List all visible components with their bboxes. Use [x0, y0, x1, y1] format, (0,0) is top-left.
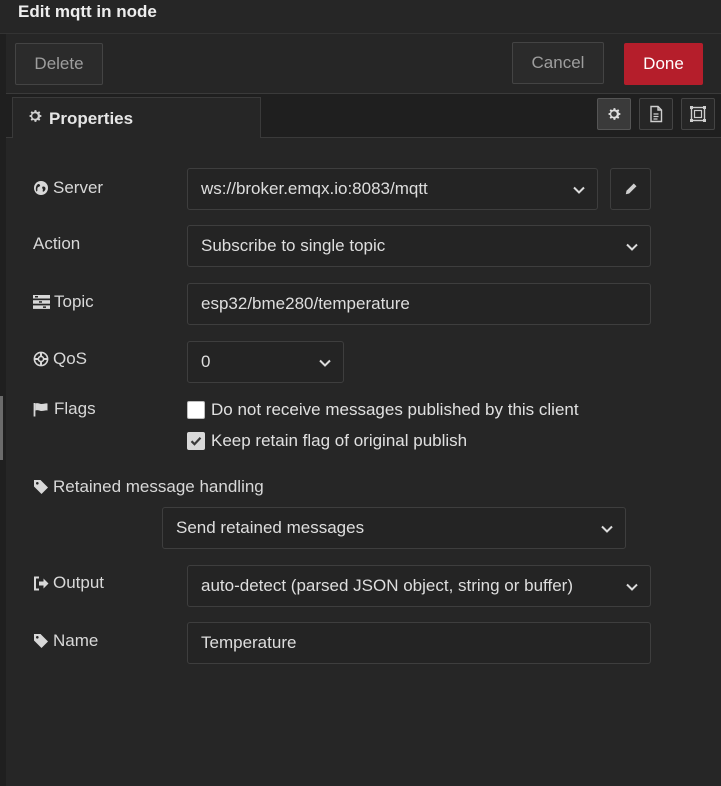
- server-label: Server: [53, 178, 104, 197]
- topic-label: Topic: [54, 292, 94, 311]
- server-row-label: Server: [33, 178, 103, 198]
- flags-row-label: Flags: [33, 399, 96, 419]
- properties-panel: Server ws://broker.emqx.io:8083/mqtt Act…: [6, 138, 721, 786]
- retain-as-published-checkbox[interactable]: [187, 432, 205, 450]
- dialog-titlebar: Edit mqtt in node: [0, 0, 721, 34]
- topic-input[interactable]: esp32/bme280/temperature: [187, 283, 651, 325]
- pencil-icon: [625, 183, 636, 195]
- dialog-toolbar: Delete Cancel Done: [6, 34, 721, 94]
- resize-handle[interactable]: [0, 396, 3, 460]
- chevron-down-icon: [573, 186, 585, 194]
- name-label: Name: [53, 631, 99, 650]
- server-value: ws://broker.emqx.io:8083/mqtt: [201, 179, 428, 198]
- done-button[interactable]: Done: [624, 43, 703, 85]
- topic-value: esp32/bme280/temperature: [201, 294, 410, 313]
- retained-label: Retained message handling: [53, 477, 264, 496]
- name-row-label: Name: [33, 631, 98, 651]
- retain-as-published-option[interactable]: Keep retain flag of original publish: [187, 431, 467, 451]
- properties-tab-button[interactable]: [597, 98, 631, 130]
- qos-value: 0: [201, 352, 211, 371]
- globe-icon: [34, 181, 48, 195]
- action-select[interactable]: Subscribe to single topic: [187, 225, 651, 267]
- qos-select[interactable]: 0: [187, 341, 344, 383]
- gear-icon: [608, 108, 621, 120]
- action-label: Action: [33, 234, 81, 253]
- life-ring-icon: [33, 351, 49, 367]
- output-label: Output: [53, 573, 105, 592]
- output-value: auto-detect (parsed JSON object, string …: [201, 576, 573, 595]
- name-input[interactable]: Temperature: [187, 622, 651, 664]
- qos-label: QoS: [53, 349, 88, 368]
- appearance-icon: [690, 106, 706, 122]
- output-select[interactable]: auto-detect (parsed JSON object, string …: [187, 565, 651, 607]
- cancel-button[interactable]: Cancel: [512, 42, 604, 84]
- tag-icon: [34, 480, 48, 494]
- tasks-icon: [33, 295, 50, 309]
- no-local-label: Do not receive messages published by thi…: [211, 400, 579, 419]
- edit-server-button[interactable]: [610, 168, 651, 210]
- flags-label: Flags: [54, 399, 96, 418]
- no-local-option[interactable]: Do not receive messages published by thi…: [187, 400, 579, 420]
- tab-properties-label: Properties: [49, 108, 134, 128]
- chevron-down-icon: [319, 359, 331, 367]
- appearance-tab-button[interactable]: [681, 98, 715, 130]
- tab-properties[interactable]: Properties: [12, 97, 261, 139]
- output-row-label: Output: [33, 573, 104, 593]
- server-select[interactable]: ws://broker.emqx.io:8083/mqtt: [187, 168, 598, 210]
- topic-row-label: Topic: [33, 292, 94, 312]
- tab-bar: Properties: [6, 94, 721, 139]
- dialog-title: Edit mqtt in node: [18, 2, 157, 21]
- retained-value: Send retained messages: [176, 518, 365, 537]
- chevron-down-icon: [626, 243, 638, 251]
- document-icon: [650, 105, 663, 123]
- action-row-label: Action: [33, 234, 80, 254]
- action-value: Subscribe to single topic: [201, 236, 386, 255]
- checkmark-icon: [190, 436, 202, 446]
- retained-select[interactable]: Send retained messages: [162, 507, 626, 549]
- retain-as-published-label: Keep retain flag of original publish: [211, 431, 468, 450]
- retained-row-label: Retained message handling: [33, 477, 264, 497]
- chevron-down-icon: [626, 583, 638, 591]
- chevron-down-icon: [601, 525, 613, 533]
- delete-button[interactable]: Delete: [15, 43, 103, 85]
- flag-icon: [33, 402, 48, 416]
- qos-row-label: QoS: [33, 349, 87, 369]
- gear-icon: [27, 108, 43, 129]
- sign-out-icon: [34, 576, 49, 590]
- no-local-checkbox[interactable]: [187, 401, 205, 419]
- description-tab-button[interactable]: [639, 98, 673, 130]
- tag-icon: [34, 634, 48, 648]
- name-value: Temperature: [201, 633, 297, 652]
